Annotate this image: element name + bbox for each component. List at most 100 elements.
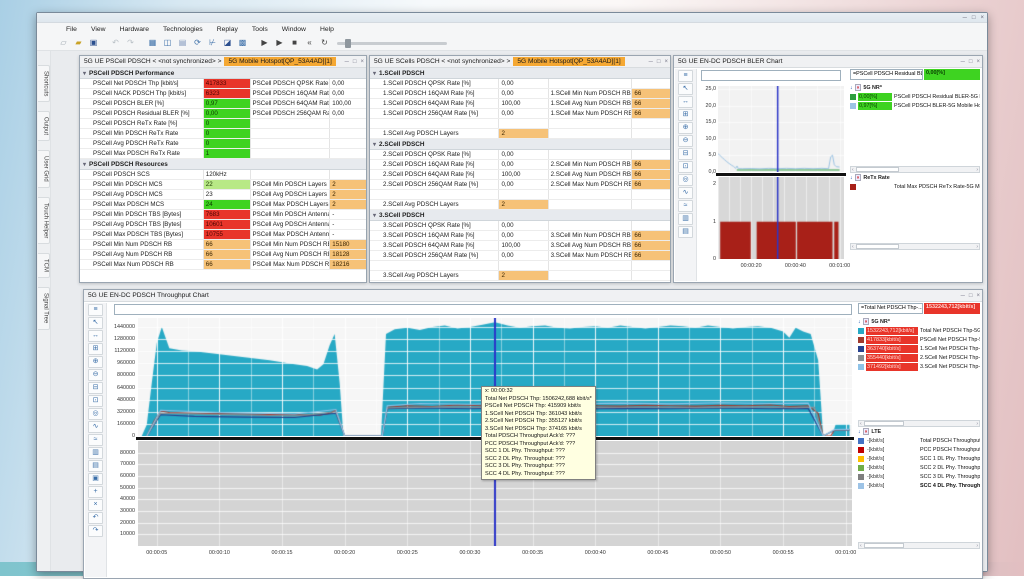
pointer-icon[interactable]: ↖ bbox=[88, 317, 103, 329]
scroll-left-icon[interactable]: ‹ bbox=[860, 421, 862, 427]
sidebar-tab-touch-helper[interactable]: Touch Helper bbox=[38, 197, 50, 244]
scroll-right-icon[interactable]: › bbox=[976, 421, 978, 427]
table-row[interactable] bbox=[370, 261, 670, 271]
menu-window[interactable]: Window bbox=[275, 26, 313, 33]
legend-item[interactable]: -[kbit/s]SCC 4 DL Phy. Throughput-5G Mob… bbox=[858, 481, 980, 490]
remove-series-icon[interactable]: × bbox=[88, 499, 103, 511]
zoom-y-icon[interactable]: ⊡ bbox=[88, 395, 103, 407]
legend-item[interactable]: -[kbit/s]SCC 3 DL Phy. Throughput-5G Mob… bbox=[858, 472, 980, 481]
table-row[interactable]: PSCell PDSCH BLER [%]0,97PSCell PDSCH 64… bbox=[80, 99, 366, 109]
menu-view[interactable]: View bbox=[84, 26, 113, 33]
sidebar-tab-user-grid[interactable]: User Grid bbox=[38, 150, 50, 188]
table-row[interactable]: PSCell PDSCH ReTx Rate [%]0 bbox=[80, 119, 366, 129]
curve-icon[interactable]: ∿ bbox=[678, 187, 693, 199]
menu-technologies[interactable]: Technologies bbox=[156, 26, 210, 33]
table-row[interactable]: 3.SCell PDSCH 256QAM Rate [%]0,003.SCell… bbox=[370, 251, 670, 261]
legend-item[interactable]: 363740[kbit/s]1.SCell Net PDSCH Thp-5G M… bbox=[858, 344, 980, 353]
scroll-left-icon[interactable]: ‹ bbox=[852, 244, 854, 250]
chart-menu-icon[interactable]: ≡ bbox=[88, 304, 103, 316]
scroll-right-icon[interactable]: › bbox=[976, 244, 978, 250]
menu-help[interactable]: Help bbox=[313, 26, 341, 33]
pscell-device-tab[interactable]: 5G Mobile Hotspot[QP_53A4AD][1] bbox=[224, 57, 335, 66]
table-row[interactable]: 3.SCell PDSCH QPSK Rate [%]0,00 bbox=[370, 221, 670, 231]
table-row[interactable] bbox=[370, 190, 670, 200]
scrollbar-thumb[interactable] bbox=[864, 543, 904, 548]
scroll-left-icon[interactable]: ‹ bbox=[860, 543, 862, 549]
table-row[interactable]: PSCell Max PDSCH ReTx Rate1 bbox=[80, 149, 366, 159]
replay-speed-slider[interactable] bbox=[337, 42, 447, 45]
undo-icon[interactable]: ↶ bbox=[109, 37, 122, 49]
curves-icon[interactable]: ≈ bbox=[88, 434, 103, 446]
section-header[interactable]: ▾PSCell PDSCH Performance bbox=[80, 68, 366, 79]
table-row[interactable]: 1.SCell Avg PDSCH Layers2 bbox=[370, 129, 670, 139]
chart-icon[interactable]: ◪ bbox=[221, 37, 234, 49]
play-icon[interactable]: ▶ bbox=[258, 37, 271, 49]
collapse-icon[interactable]: ▾ bbox=[83, 161, 86, 168]
table-row[interactable]: 3.SCell PDSCH 16QAM Rate [%]0,003.SCell … bbox=[370, 231, 670, 241]
table-row[interactable]: 3.SCell Avg PDSCH Layers2 bbox=[370, 271, 670, 281]
thp-window-controls[interactable]: ─□× bbox=[961, 291, 980, 301]
legend-item[interactable]: -[kbit/s]SCC 2 DL Phy. Throughput-5G Mob… bbox=[858, 463, 980, 472]
maximize-icon[interactable]: □ bbox=[972, 13, 976, 23]
bler-filter-input[interactable] bbox=[701, 70, 841, 81]
scroll-right-icon[interactable]: › bbox=[976, 543, 978, 549]
thp-legend-header-label[interactable]: =Total Net PDSCH Thp-... bbox=[858, 303, 923, 314]
workspace-icon[interactable]: ▦ bbox=[146, 37, 159, 49]
zoom-x-icon[interactable]: ⊟ bbox=[88, 382, 103, 394]
views-icon[interactable]: ◫ bbox=[161, 37, 174, 49]
remove-series-icon[interactable]: × bbox=[855, 84, 862, 91]
new-file-icon[interactable]: ▱ bbox=[57, 37, 70, 49]
legend-item[interactable]: 371492[kbit/s]3.SCell Net PDSCH Thp-5G M… bbox=[858, 362, 980, 371]
curve-icon[interactable]: ∿ bbox=[88, 421, 103, 433]
remove-series-icon[interactable]: × bbox=[855, 174, 862, 181]
close-icon[interactable]: × bbox=[980, 13, 984, 23]
legend-item[interactable]: Total Max PDSCH ReTx Rate-5G Mobile bbox=[850, 182, 980, 191]
sidebar-tab-shortcuts[interactable]: Shortcuts bbox=[38, 65, 50, 102]
export-icon[interactable]: ▤ bbox=[678, 226, 693, 238]
table-row[interactable]: 1.SCell PDSCH QPSK Rate [%]0,00 bbox=[370, 79, 670, 89]
zoom-out-icon[interactable]: ⊖ bbox=[88, 369, 103, 381]
redo-icon[interactable]: ↷ bbox=[124, 37, 137, 49]
remove-series-icon[interactable]: × bbox=[863, 318, 870, 325]
legend-scrollbar[interactable]: ‹› bbox=[858, 420, 980, 427]
table-row[interactable]: PSCell Min PDSCH TBS [Bytes]7683PSCell M… bbox=[80, 210, 366, 220]
tree-icon[interactable]: ⊬ bbox=[206, 37, 219, 49]
collapse-icon[interactable]: ▾ bbox=[373, 70, 376, 77]
collapse-icon[interactable]: ▾ bbox=[373, 141, 376, 148]
scroll-left-icon[interactable]: ‹ bbox=[852, 167, 854, 173]
bler-legend-header-label[interactable]: =PSCell PDSCH Residual BLER-5G ... bbox=[850, 69, 923, 80]
zoom-window-icon[interactable]: ⊞ bbox=[88, 343, 103, 355]
table-row[interactable]: 1.SCell PDSCH 64QAM Rate [%]100,001.SCel… bbox=[370, 99, 670, 109]
table-row[interactable]: PSCell Min Num PDSCH RB66PSCell Min Num … bbox=[80, 240, 366, 250]
skip-start-icon[interactable]: « bbox=[303, 37, 316, 49]
open-file-icon[interactable]: ▰ bbox=[72, 37, 85, 49]
stop-icon[interactable]: ■ bbox=[288, 37, 301, 49]
table-row[interactable]: 2.SCell PDSCH 64QAM Rate [%]100,002.SCel… bbox=[370, 170, 670, 180]
legend-scrollbar[interactable]: ‹› bbox=[850, 166, 980, 173]
legend-item[interactable]: 417833[kbit/s]PSCell Net PDSCH Thp-5G Mo… bbox=[858, 335, 980, 344]
legend-item[interactable]: 1532243,712[kbit/s]Total Net PDSCH Thp-5… bbox=[858, 326, 980, 335]
thp-window-titlebar[interactable]: 5G UE EN-DC PDSCH Throughput Chart ─□× bbox=[84, 290, 982, 302]
scells-device-tab[interactable]: 5G Mobile Hotspot[QP_53A4AD][1] bbox=[513, 57, 624, 66]
scrollbar-thumb[interactable] bbox=[856, 167, 899, 172]
section-header[interactable]: ▾3.SCell PDSCH bbox=[370, 210, 670, 221]
zoom-in-icon[interactable]: ⊕ bbox=[88, 356, 103, 368]
section-header[interactable]: ▾1.SCell PDSCH bbox=[370, 68, 670, 79]
curves-icon[interactable]: ≈ bbox=[678, 200, 693, 212]
table-row[interactable]: 2.SCell PDSCH 16QAM Rate [%]0,002.SCell … bbox=[370, 160, 670, 170]
save-icon[interactable]: ▣ bbox=[87, 37, 100, 49]
table-row[interactable]: 2.SCell PDSCH 256QAM Rate [%]0,002.SCell… bbox=[370, 180, 670, 190]
undo-zoom-icon[interactable]: ↶ bbox=[88, 512, 103, 524]
legend-scrollbar[interactable]: ‹› bbox=[858, 542, 980, 549]
bler-window-controls[interactable]: ─□× bbox=[961, 57, 980, 67]
table-row[interactable]: PSCell Min PDSCH MCS22PSCell Min PDSCH L… bbox=[80, 180, 366, 190]
legend-scrollbar[interactable]: ‹› bbox=[850, 243, 980, 250]
redo-zoom-icon[interactable]: ↷ bbox=[88, 525, 103, 537]
menu-hardware[interactable]: Hardware bbox=[113, 26, 156, 33]
table-row[interactable]: 3.SCell PDSCH 64QAM Rate [%]100,003.SCel… bbox=[370, 241, 670, 251]
collapse-icon[interactable]: ▾ bbox=[83, 70, 86, 77]
bler-top-plot[interactable] bbox=[718, 86, 844, 172]
refresh-views-icon[interactable]: ⟳ bbox=[191, 37, 204, 49]
section-header[interactable]: ▾2.SCell PDSCH bbox=[370, 139, 670, 150]
legend-group-header[interactable]: ↓×ReTx Rate bbox=[850, 173, 980, 182]
